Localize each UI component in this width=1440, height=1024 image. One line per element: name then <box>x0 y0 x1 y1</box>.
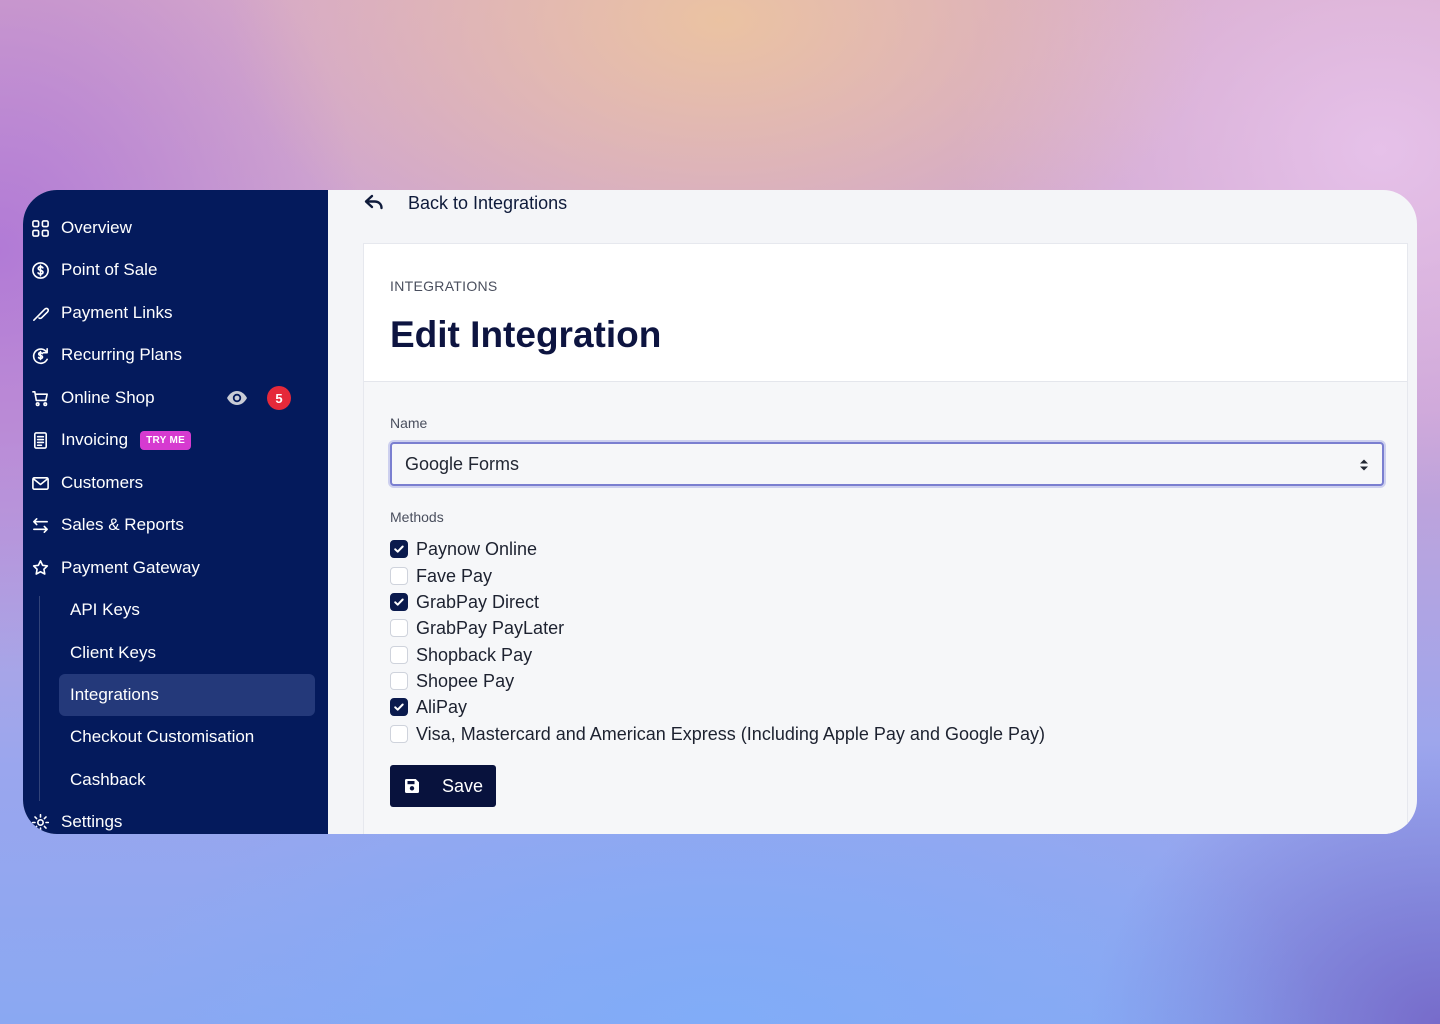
page-title: Edit Integration <box>390 314 662 355</box>
method-grabpay-paylater[interactable]: GrabPay PayLater <box>390 617 564 639</box>
sidebar-item-recurring-plans[interactable]: Recurring Plans <box>23 337 328 373</box>
method-label: AliPay <box>416 696 468 717</box>
method-grabpay-direct[interactable]: GrabPay Direct <box>390 591 539 613</box>
sidebar-item-label: Online Shop <box>61 388 155 407</box>
method-label: GrabPay Direct <box>416 591 540 612</box>
name-select-value: Google Forms <box>405 453 520 474</box>
sidebar-item-label: Payment Gateway <box>61 558 200 577</box>
method-label: Shopback Pay <box>416 644 533 665</box>
method-label: GrabPay PayLater <box>416 617 565 638</box>
method-paynow-online[interactable]: Paynow Online <box>390 538 537 560</box>
floppy-disk-icon <box>405 779 419 793</box>
notification-badge: 5 <box>267 386 291 410</box>
sidebar-item-sales-reports[interactable]: Sales & Reports <box>23 507 328 543</box>
sidebar-subitem-label: Checkout Customisation <box>70 727 255 746</box>
sidebar-subitem-client-keys[interactable]: Client Keys <box>59 632 315 674</box>
save-button[interactable]: Save <box>390 765 496 807</box>
eye-icon[interactable] <box>226 389 248 407</box>
dollar-circle-icon <box>30 260 50 280</box>
sidebar-item-invoicing[interactable]: Invoicing TRY ME <box>23 422 328 458</box>
sidebar-item-payment-links[interactable]: Payment Links <box>23 295 328 331</box>
sidebar-subitem-integrations[interactable]: Integrations <box>59 674 315 716</box>
cart-icon <box>30 388 50 408</box>
sidebar-item-label: Settings <box>61 812 123 831</box>
checkbox[interactable] <box>390 646 408 664</box>
sidebar-item-customers[interactable]: Customers <box>23 465 328 501</box>
method-label: Fave Pay <box>416 565 493 586</box>
try-me-badge: TRY ME <box>140 430 192 450</box>
sidebar-item-label: Customers <box>61 473 144 492</box>
gear-icon <box>30 812 50 832</box>
background-frame: Overview Point of Sale Payment Links Rec… <box>0 0 1440 1024</box>
sidebar-item-overview[interactable]: Overview <box>23 210 328 246</box>
name-label: Name <box>390 415 428 431</box>
method-fave-pay[interactable]: Fave Pay <box>390 565 492 587</box>
method-label: Paynow Online <box>416 538 538 559</box>
sidebar-subitem-label: Integrations <box>70 685 159 704</box>
puzzle-icon <box>30 558 50 578</box>
edit-integration-card: INTEGRATIONS Edit Integration Name Googl… <box>363 243 1408 834</box>
sidebar-subitem-checkout-customisation[interactable]: Checkout Customisation <box>59 716 315 758</box>
method-card-payments[interactable]: Visa, Mastercard and American Express (I… <box>390 723 1045 745</box>
method-shopee-pay[interactable]: Shopee Pay <box>390 670 514 692</box>
back-link-label: Back to Integrations <box>408 192 568 213</box>
back-arrow-icon <box>364 194 383 210</box>
link-icon <box>30 303 50 323</box>
arrows-icon <box>30 515 50 535</box>
grid-icon <box>30 218 50 238</box>
sidebar-item-point-of-sale[interactable]: Point of Sale <box>23 252 328 288</box>
submenu-guide-line <box>39 596 40 801</box>
method-label: Shopee Pay <box>416 670 515 691</box>
sidebar-subitem-label: Client Keys <box>70 643 156 662</box>
sidebar-item-payment-gateway[interactable]: Payment Gateway <box>23 550 328 586</box>
sidebar-subitem-api-keys[interactable]: API Keys <box>59 589 315 631</box>
method-alipay[interactable]: AliPay <box>390 696 467 718</box>
sidebar-item-online-shop[interactable]: Online Shop 5 <box>23 380 328 416</box>
card-header: INTEGRATIONS Edit Integration <box>364 244 1407 382</box>
sidebar-item-label: Recurring Plans <box>61 345 182 364</box>
breadcrumb: INTEGRATIONS <box>390 278 498 294</box>
main-content: Back to Integrations INTEGRATIONS Edit I… <box>328 190 1417 834</box>
recurring-dollar-icon <box>30 345 50 365</box>
sidebar-item-label: Payment Links <box>61 303 173 322</box>
name-select[interactable]: Google Forms <box>390 442 1384 486</box>
checkbox[interactable] <box>390 619 408 637</box>
checkbox[interactable] <box>390 698 408 716</box>
checkbox[interactable] <box>390 593 408 611</box>
sidebar-item-label: Point of Sale <box>61 260 158 279</box>
sidebar-subitem-label: API Keys <box>70 600 140 619</box>
sidebar: Overview Point of Sale Payment Links Rec… <box>23 190 328 834</box>
methods-label: Methods <box>390 509 444 525</box>
sidebar-subitem-label: Cashback <box>70 770 146 789</box>
app-window: Overview Point of Sale Payment Links Rec… <box>23 190 1417 834</box>
select-updown-icon <box>1360 459 1368 471</box>
checkbox[interactable] <box>390 725 408 743</box>
invoice-icon <box>30 430 50 450</box>
sidebar-item-label: Sales & Reports <box>61 515 184 534</box>
back-to-integrations-link[interactable]: Back to Integrations <box>364 190 567 216</box>
method-label: Visa, Mastercard and American Express (I… <box>416 723 1046 744</box>
checkbox[interactable] <box>390 540 408 558</box>
method-shopback-pay[interactable]: Shopback Pay <box>390 644 532 666</box>
sidebar-item-label: Invoicing <box>61 430 129 449</box>
checkbox[interactable] <box>390 567 408 585</box>
checkbox[interactable] <box>390 672 408 690</box>
sidebar-item-label: Overview <box>61 218 132 237</box>
mail-icon <box>30 473 50 493</box>
sidebar-subitem-cashback[interactable]: Cashback <box>59 759 315 801</box>
save-label: Save <box>442 775 484 796</box>
sidebar-item-settings[interactable]: Settings <box>23 804 328 834</box>
